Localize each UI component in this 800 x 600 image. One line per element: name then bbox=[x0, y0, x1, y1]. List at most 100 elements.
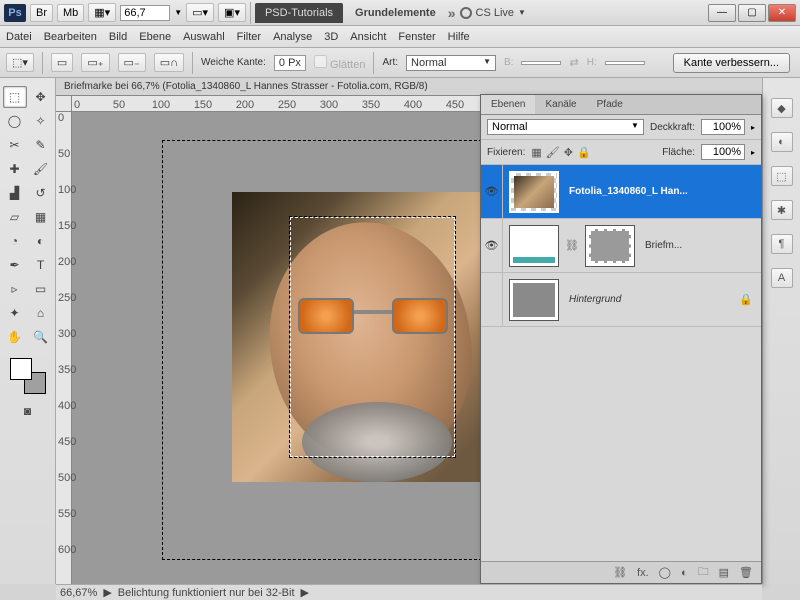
layer-row[interactable]: 👁 Fotolia_1340860_L Han... bbox=[481, 165, 761, 219]
status-arrow-icon[interactable]: ▶ bbox=[103, 586, 111, 599]
sel-sub[interactable]: ▭₋ bbox=[118, 53, 146, 72]
3d-camera-tool[interactable]: ⌂ bbox=[29, 302, 53, 324]
type-tool[interactable]: T bbox=[29, 254, 53, 276]
ruler-vertical[interactable]: 050100150200250300350400450500550600 bbox=[56, 112, 72, 584]
cslive-button[interactable]: CS Live▼ bbox=[460, 7, 526, 19]
menu-hilfe[interactable]: Hilfe bbox=[448, 31, 470, 43]
layer-name[interactable]: Hintergrund bbox=[565, 294, 739, 305]
menu-fenster[interactable]: Fenster bbox=[398, 31, 435, 43]
blur-tool[interactable]: ◔ bbox=[3, 230, 27, 252]
wand-tool[interactable]: ✧ bbox=[29, 110, 53, 132]
hand-tool[interactable]: ✋ bbox=[3, 326, 27, 348]
refine-edge-button[interactable]: Kante verbessern... bbox=[673, 53, 790, 73]
antialias-check[interactable]: Glätten bbox=[314, 55, 366, 71]
stamp-tool[interactable]: ▟ bbox=[3, 182, 27, 204]
feather-input[interactable]: 0 Px bbox=[274, 55, 306, 71]
visibility-toggle[interactable]: 👁 bbox=[481, 219, 503, 272]
eyedropper-tool[interactable]: ✎ bbox=[29, 134, 53, 156]
zoom-arrow[interactable]: ▼ bbox=[174, 8, 182, 17]
minibridge-button[interactable]: Mb bbox=[57, 4, 84, 22]
link-layers-icon[interactable]: ⛓ bbox=[613, 566, 627, 579]
fg-swatch[interactable] bbox=[10, 358, 32, 380]
history-brush-tool[interactable]: ↺ bbox=[29, 182, 53, 204]
workspace-more[interactable]: » bbox=[448, 5, 456, 21]
paragraph-icon[interactable]: ¶ bbox=[771, 234, 793, 254]
color-icon[interactable]: ◐ bbox=[771, 132, 793, 152]
sel-add[interactable]: ▭₊ bbox=[81, 53, 109, 72]
tab-ebenen[interactable]: Ebenen bbox=[481, 95, 535, 114]
lock-position-icon[interactable]: ✥ bbox=[564, 146, 573, 159]
new-layer-icon[interactable]: ▤ bbox=[719, 566, 729, 579]
zoom-status[interactable]: 66,67% bbox=[60, 587, 97, 599]
styles-icon[interactable]: ✱ bbox=[771, 200, 793, 220]
menu-analyse[interactable]: Analyse bbox=[273, 31, 312, 43]
brush-tool[interactable]: 🖌 bbox=[29, 158, 53, 180]
trash-icon[interactable]: 🗑 bbox=[739, 566, 753, 579]
view-extras-button[interactable]: ▦▾ bbox=[88, 3, 116, 22]
zoom-tool[interactable]: 🔍 bbox=[29, 326, 53, 348]
layer-row[interactable]: Hintergrund 🔒 bbox=[481, 273, 761, 327]
menu-ansicht[interactable]: Ansicht bbox=[350, 31, 386, 43]
lasso-tool[interactable]: ◯ bbox=[3, 110, 27, 132]
ruler-origin[interactable] bbox=[56, 96, 72, 112]
screenmode-button[interactable]: ▣▾ bbox=[218, 3, 246, 22]
lock-transparency-icon[interactable]: ▦ bbox=[531, 146, 541, 159]
3d-tool[interactable]: ✦ bbox=[3, 302, 27, 324]
menu-3d[interactable]: 3D bbox=[324, 31, 338, 43]
style-combo[interactable]: Normal▼ bbox=[406, 55, 496, 71]
lock-pixels-icon[interactable]: 🖌 bbox=[546, 146, 560, 159]
menu-bild[interactable]: Bild bbox=[109, 31, 127, 43]
zoom-input[interactable] bbox=[120, 5, 170, 21]
layer-thumb[interactable] bbox=[509, 225, 559, 267]
arrange-button[interactable]: ▭▾ bbox=[186, 3, 214, 22]
minimize-button[interactable]: — bbox=[708, 4, 736, 22]
visibility-toggle[interactable] bbox=[481, 273, 503, 326]
layer-name[interactable]: Briefm... bbox=[641, 240, 761, 251]
layer-thumb[interactable] bbox=[509, 171, 559, 213]
workspace-tab-grundelemente[interactable]: Grundelemente bbox=[347, 3, 444, 23]
tab-kanale[interactable]: Kanäle bbox=[535, 95, 586, 114]
close-button[interactable]: ✕ bbox=[768, 4, 796, 22]
heal-tool[interactable]: ✚ bbox=[3, 158, 27, 180]
fx-icon[interactable]: fx. bbox=[637, 567, 649, 579]
group-icon[interactable]: 🗀 bbox=[698, 563, 709, 582]
menu-datei[interactable]: Datei bbox=[6, 31, 32, 43]
crop-tool[interactable]: ✂ bbox=[3, 134, 27, 156]
gradient-tool[interactable]: ▦ bbox=[29, 206, 53, 228]
maximize-button[interactable]: ▢ bbox=[738, 4, 766, 22]
menu-bearbeiten[interactable]: Bearbeiten bbox=[44, 31, 97, 43]
character-icon[interactable]: A bbox=[771, 268, 793, 288]
sel-intersect[interactable]: ▭∩ bbox=[154, 53, 184, 72]
swatches-icon[interactable]: ◆ bbox=[771, 98, 793, 118]
adjustments-icon[interactable]: ⬚ bbox=[771, 166, 793, 186]
fill-input[interactable]: 100% bbox=[701, 144, 745, 160]
adjust-icon[interactable]: ◐ bbox=[681, 567, 688, 579]
quickmask-toggle[interactable]: ◙ bbox=[16, 400, 40, 422]
dodge-tool[interactable]: ◐ bbox=[29, 230, 53, 252]
eraser-tool[interactable]: ▱ bbox=[3, 206, 27, 228]
status-more-icon[interactable]: ▶ bbox=[301, 586, 309, 599]
layer-thumb[interactable] bbox=[509, 279, 559, 321]
workspace-tab-tutorials[interactable]: PSD-Tutorials bbox=[255, 3, 343, 23]
blend-mode-combo[interactable]: Normal▼ bbox=[487, 119, 644, 135]
layers-panel[interactable]: Ebenen Kanäle Pfade Normal▼ Deckkraft: 1… bbox=[480, 94, 762, 584]
marquee-tool[interactable]: ⬚ bbox=[3, 86, 27, 108]
lock-all-icon[interactable]: 🔒 bbox=[577, 146, 591, 159]
bridge-button[interactable]: Br bbox=[30, 4, 53, 22]
pen-tool[interactable]: ✒ bbox=[3, 254, 27, 276]
shape-tool[interactable]: ▭ bbox=[29, 278, 53, 300]
layer-mask-thumb[interactable] bbox=[585, 225, 635, 267]
layer-row[interactable]: 👁 ⛓ Briefm... bbox=[481, 219, 761, 273]
tool-preset[interactable]: ⬚▾ bbox=[6, 53, 34, 72]
color-swatches[interactable] bbox=[10, 358, 46, 394]
menu-auswahl[interactable]: Auswahl bbox=[183, 31, 225, 43]
path-tool[interactable]: ▹ bbox=[3, 278, 27, 300]
mask-icon[interactable]: ◯ bbox=[659, 566, 671, 579]
layer-name[interactable]: Fotolia_1340860_L Han... bbox=[565, 186, 761, 197]
menu-filter[interactable]: Filter bbox=[237, 31, 261, 43]
opacity-input[interactable]: 100% bbox=[701, 119, 745, 135]
visibility-toggle[interactable]: 👁 bbox=[481, 165, 503, 218]
tab-pfade[interactable]: Pfade bbox=[587, 95, 633, 114]
sel-new[interactable]: ▭ bbox=[51, 53, 73, 72]
menu-ebene[interactable]: Ebene bbox=[139, 31, 171, 43]
